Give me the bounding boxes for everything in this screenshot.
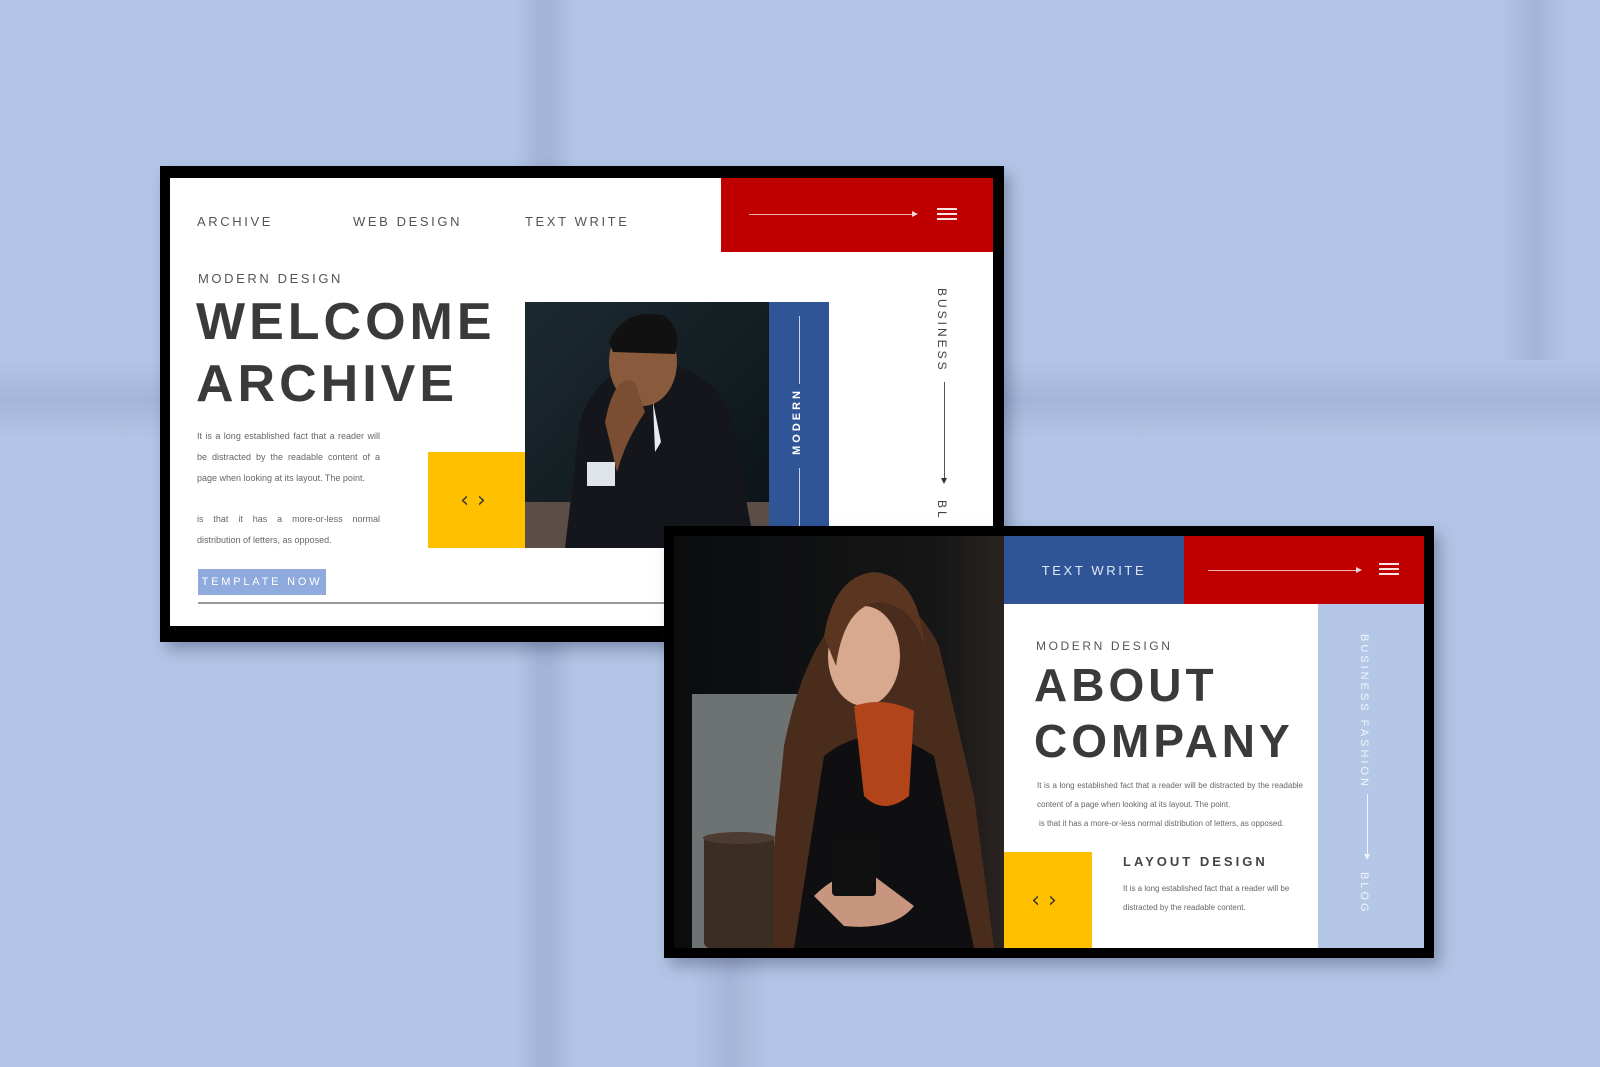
body-paragraph: It is a long established fact that a rea… — [1037, 781, 1303, 809]
photo-laughing-man — [525, 302, 770, 548]
side-label-business-fashion: BUSINESS FASHION — [1358, 634, 1370, 789]
arrow-head — [1356, 567, 1362, 573]
slide-canvas: TEXT WRITE BUSINESS FASHION BLOG MODERN … — [674, 536, 1424, 948]
code-brackets-tile: ‹› — [428, 452, 526, 548]
side-arrow-line — [1367, 794, 1368, 854]
layout-design-body: It is a long established fact that a rea… — [1123, 884, 1290, 912]
kicker: MODERN DESIGN — [198, 271, 344, 286]
side-label-blog: BLOG — [1358, 872, 1370, 915]
body-paragraph-1: It is a long established fact that a rea… — [197, 431, 380, 483]
body-paragraph-2: is that it has a more-or-less normal dis… — [1039, 819, 1284, 828]
strip-divider — [799, 316, 800, 384]
side-label-blog: BL — [935, 500, 949, 521]
nav-archive[interactable]: ARCHIVE — [197, 214, 273, 229]
code-brackets-tile: ‹› — [1004, 852, 1092, 948]
headline-line-2: COMPANY — [1034, 715, 1294, 767]
side-arrow-line — [944, 382, 945, 478]
body-paragraph-2: is that it has a more-or-less normal dis… — [197, 514, 380, 545]
nav-text-write[interactable]: TEXT WRITE — [525, 214, 629, 229]
side-arrow-down-icon — [941, 478, 947, 484]
arrow-right-icon — [749, 214, 913, 215]
slide-about-company: TEXT WRITE BUSINESS FASHION BLOG MODERN … — [664, 526, 1434, 958]
headline-line-1: WELCOME — [196, 293, 496, 351]
side-strip: BUSINESS FASHION BLOG — [1318, 604, 1424, 948]
photo-image — [674, 536, 1004, 948]
arrow-head — [912, 211, 918, 217]
modern-strip: MODERN — [769, 302, 829, 548]
template-now-button[interactable]: TEMPLATE NOW — [198, 569, 326, 595]
header-red-bar — [721, 178, 993, 252]
photo-woman-cafe — [674, 536, 1004, 948]
code-brackets-icon: ‹› — [460, 487, 494, 513]
strip-label: MODERN — [791, 388, 803, 455]
hamburger-icon[interactable] — [937, 208, 957, 222]
nav-web-design[interactable]: WEB DESIGN — [353, 214, 462, 229]
arrow-right-icon — [1208, 570, 1358, 571]
side-arrow-down-icon — [1364, 854, 1370, 860]
headline-line-1: ABOUT — [1034, 659, 1218, 711]
headline-line-2: ARCHIVE — [196, 355, 459, 413]
code-brackets-icon: ‹› — [1031, 887, 1065, 913]
layout-design-heading: LAYOUT DESIGN — [1123, 854, 1268, 869]
kicker: MODERN DESIGN — [1036, 639, 1173, 653]
photo-image — [525, 302, 770, 548]
hamburger-icon[interactable] — [1379, 563, 1399, 577]
side-label-business: BUSINESS — [935, 288, 949, 373]
tab-text-write[interactable]: TEXT WRITE — [1004, 536, 1184, 604]
header-red-bar — [1184, 536, 1424, 604]
window-shadow — [1500, 0, 1570, 360]
